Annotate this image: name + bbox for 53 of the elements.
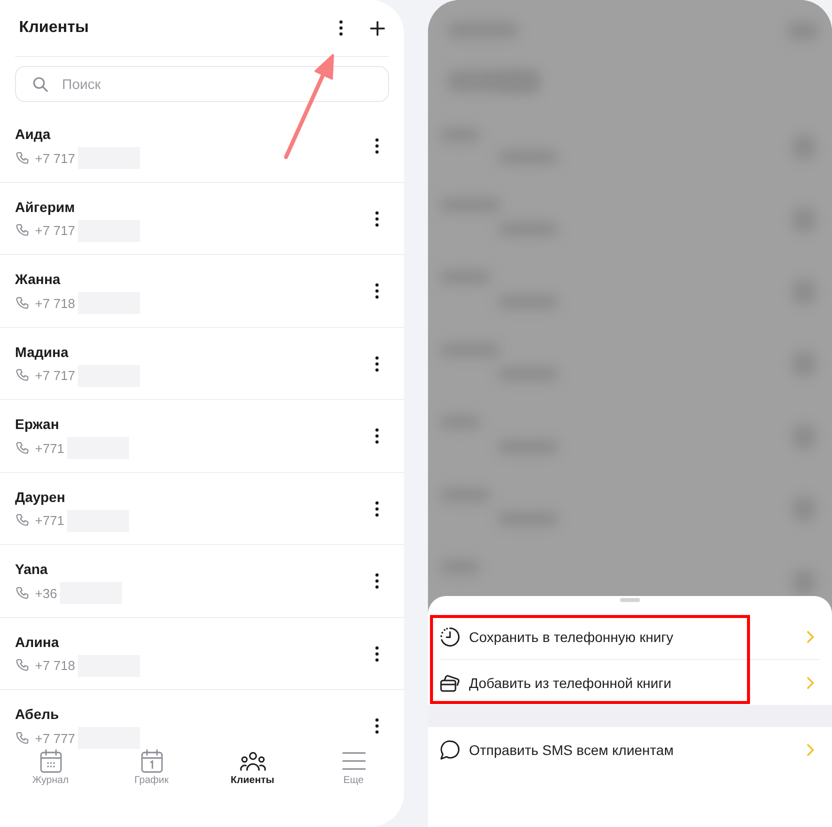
chat-bubble-icon — [440, 740, 460, 760]
drag-handle[interactable] — [620, 598, 640, 602]
kebab-icon — [375, 573, 379, 589]
phone-number: +7 717 — [35, 150, 76, 166]
phone-icon — [16, 659, 29, 672]
phone-number: +7 717 — [35, 222, 76, 239]
client-name: Yana — [15, 561, 49, 578]
people-icon — [240, 752, 266, 770]
clock-icon — [440, 626, 460, 646]
kebab-icon — [375, 646, 379, 662]
search-field[interactable]: Поиск — [15, 66, 389, 102]
client-name: Аида — [15, 126, 52, 143]
client-name: Мадина — [15, 344, 70, 360]
cards-icon — [440, 674, 460, 692]
kebab-icon — [375, 500, 379, 516]
phone-icon — [16, 224, 29, 237]
kebab-icon — [339, 20, 343, 36]
phone-number: +771 — [35, 440, 64, 456]
client-name: Даурен — [15, 488, 66, 506]
client-name: Айгерим — [15, 198, 76, 216]
phone-number: +771 — [35, 512, 64, 529]
phone-icon — [16, 732, 29, 744]
phone-icon — [16, 586, 29, 600]
phone-number: +7 718 — [35, 657, 76, 674]
client-name: Абель — [15, 706, 60, 723]
kebab-icon — [375, 718, 379, 734]
phone-number: +7 777 — [35, 730, 76, 746]
chevron-right-icon — [807, 630, 814, 642]
chevron-right-icon — [807, 676, 814, 688]
phone-icon — [16, 369, 29, 382]
client-name: Алина — [15, 634, 60, 650]
kebab-icon — [375, 138, 379, 154]
client-name: Ержан — [15, 416, 60, 433]
nav-tab[interactable]: Клиенты — [202, 749, 303, 787]
search-icon — [33, 76, 48, 92]
calendar-icon — [40, 749, 62, 773]
kebab-icon — [375, 283, 379, 299]
phone-icon — [16, 296, 29, 310]
screen-title: Клиенты — [19, 19, 90, 37]
kebab-icon — [375, 428, 379, 444]
phone-icon — [16, 152, 29, 164]
phone-icon — [16, 442, 29, 454]
phone-number: +7 717 — [35, 367, 76, 384]
calendar-icon — [140, 749, 162, 773]
kebab-icon — [375, 356, 379, 372]
phone-number: +7 718 — [35, 294, 76, 312]
menu-icon — [342, 752, 366, 770]
plus-icon — [370, 20, 384, 36]
chevron-right-icon — [807, 744, 814, 756]
phone-number: +36 — [35, 584, 58, 602]
kebab-icon — [375, 210, 379, 226]
phone-icon — [16, 514, 29, 527]
client-name: Жанна — [15, 271, 62, 288]
